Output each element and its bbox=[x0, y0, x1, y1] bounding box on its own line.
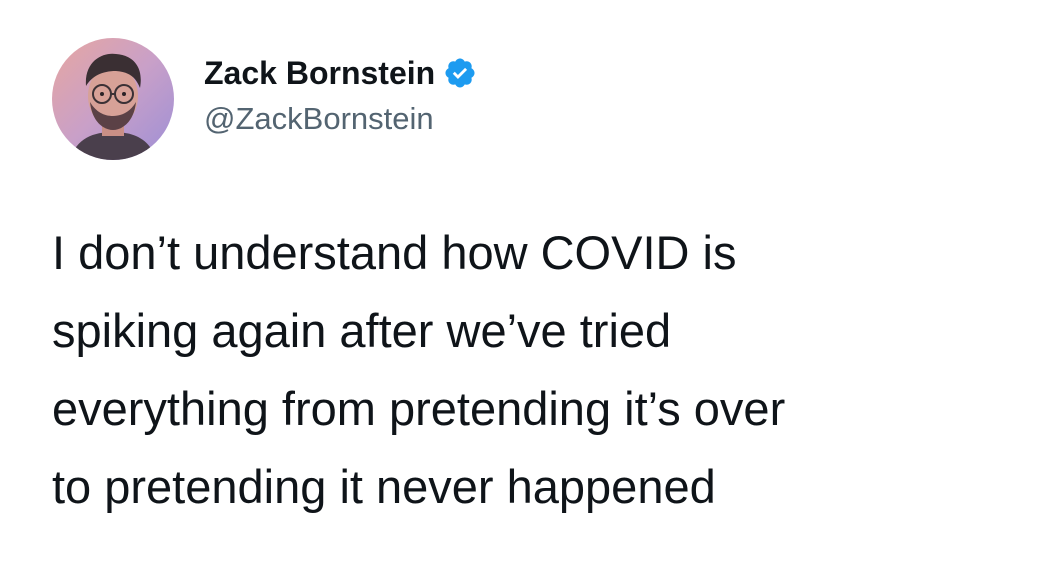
author-display-name[interactable]: Zack Bornstein bbox=[204, 55, 435, 92]
author-identity: Zack Bornstein @ZackBornstein bbox=[204, 53, 477, 137]
tweet-header: Zack Bornstein @ZackBornstein bbox=[52, 38, 477, 160]
tweet-card: Zack Bornstein @ZackBornstein I don’t un… bbox=[0, 0, 1037, 572]
author-handle[interactable]: @ZackBornstein bbox=[204, 101, 477, 137]
tweet-text: I don’t understand how COVID is spiking … bbox=[52, 214, 1012, 526]
tweet-text-line: spiking again after we’ve tried bbox=[52, 304, 672, 357]
tweet-text-line: I don’t understand how COVID is bbox=[52, 226, 737, 279]
tweet-text-line: to pretending it never happened bbox=[52, 460, 716, 513]
avatar-photo-icon bbox=[52, 38, 174, 160]
verified-badge-icon bbox=[443, 56, 477, 90]
tweet-text-line: everything from pretending it’s over bbox=[52, 382, 786, 435]
name-row: Zack Bornstein bbox=[204, 53, 477, 93]
avatar[interactable] bbox=[52, 38, 174, 160]
